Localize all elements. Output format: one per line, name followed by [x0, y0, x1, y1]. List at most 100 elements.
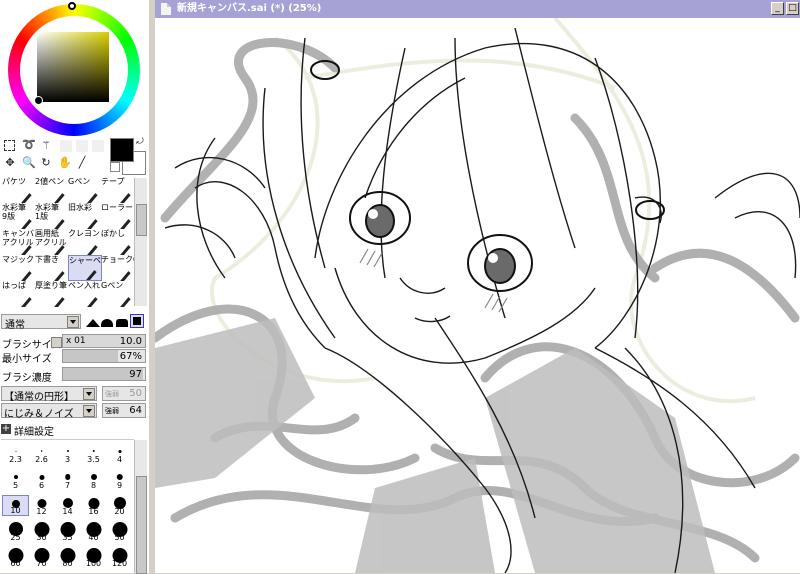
brush-shape-buttons — [84, 313, 146, 329]
brush-shape-select[interactable]: 【通常の円形】 — [1, 386, 97, 403]
transparent-color-icon[interactable] — [110, 162, 120, 172]
color-swatch-slot-2[interactable] — [76, 140, 88, 152]
size-preset[interactable]: 2.3 — [2, 443, 29, 464]
brush-tool-2-2[interactable]: クレヨン — [68, 229, 102, 255]
swap-colors-icon[interactable]: ⤾ — [134, 136, 146, 148]
size-preset[interactable]: 20 — [106, 495, 133, 516]
brush-shape-soft[interactable] — [86, 319, 100, 327]
size-preset[interactable]: 10 — [2, 495, 29, 516]
brush-tool-1-2[interactable]: 旧水彩 — [68, 203, 102, 229]
minimize-button[interactable]: _ — [771, 2, 784, 15]
brush-tool-label: 水彩筆 9版 — [2, 203, 26, 221]
color-swatch-slot-3[interactable] — [92, 140, 104, 152]
brush-tool-0-1[interactable]: 2値ペン — [35, 177, 69, 203]
size-preset[interactable]: 25 — [2, 521, 29, 542]
brush-tool-1-1[interactable]: 水彩筆 1版 — [35, 203, 69, 229]
size-preset[interactable]: 5 — [2, 469, 29, 490]
lasso-icon[interactable]: ➰ — [22, 139, 36, 151]
brush-shape-square[interactable] — [130, 314, 144, 328]
brush-tool-3-1[interactable]: 下書き — [35, 255, 69, 281]
tool-grid-scrollbar[interactable] — [134, 178, 147, 306]
size-preset[interactable]: 16 — [80, 495, 107, 516]
rotate-icon[interactable]: ↻ — [40, 157, 52, 169]
size-multiplier-button[interactable] — [51, 337, 62, 348]
blend-mode-select[interactable]: 通常 — [1, 314, 81, 331]
size-preset[interactable]: 12 — [28, 495, 55, 516]
texture-strength-field[interactable]: 強弱 64 — [102, 403, 146, 418]
brush-tool-4-2[interactable]: ペン入れ — [68, 281, 102, 307]
advanced-settings-toggle[interactable]: + 詳細設定 — [1, 423, 81, 438]
size-preset[interactable]: 30 — [28, 521, 55, 542]
brush-size-slider[interactable]: x 01 10.0 — [62, 334, 146, 348]
size-preset[interactable]: 120 — [106, 547, 133, 568]
brush-tool-0-3[interactable]: テープ — [101, 177, 135, 203]
size-preset[interactable]: 3 — [54, 443, 81, 464]
marquee-icon[interactable] — [4, 140, 15, 151]
brush-shape-medium[interactable] — [101, 319, 113, 327]
tool-grid-scroll-thumb[interactable] — [136, 204, 147, 236]
hue-marker[interactable] — [68, 2, 76, 10]
texture-dropdown-button[interactable] — [83, 405, 95, 417]
size-preset-label: 8 — [90, 481, 97, 490]
canvas-artwork[interactable] — [155, 18, 800, 573]
size-preset-label: 80 — [62, 559, 73, 568]
brush-tool-1-3[interactable]: ローラー — [101, 203, 135, 229]
brush-tool-4-1[interactable]: 厚塗り筆 — [35, 281, 69, 307]
size-preset[interactable]: 9 — [106, 469, 133, 490]
brush-tool-0-2[interactable]: Gペン — [68, 177, 102, 203]
density-slider[interactable]: 97 — [62, 367, 146, 381]
size-preset[interactable]: 50 — [106, 521, 133, 542]
brush-tool-3-3[interactable]: チョークG/W — [101, 255, 135, 281]
canvas-window: 新規キャンバス.sai (*) (25%) _ □ — [155, 0, 800, 573]
blend-mode-dropdown-button[interactable] — [67, 316, 79, 328]
size-preset[interactable]: 4 — [106, 443, 133, 464]
size-grid-scrollbar[interactable] — [134, 440, 147, 574]
size-preset[interactable]: 6 — [28, 469, 55, 490]
size-preset-label: 7 — [64, 481, 71, 490]
sv-marker[interactable] — [34, 96, 43, 105]
brush-tool-label: 厚塗り筆 — [35, 281, 67, 290]
size-preset[interactable]: 7 — [54, 469, 81, 490]
brush-tool-2-1[interactable]: 画用紙 アクリル — [35, 229, 69, 255]
size-preset[interactable]: 80 — [54, 547, 81, 568]
size-preset[interactable]: 60 — [2, 547, 29, 568]
saturation-value-square[interactable] — [37, 32, 109, 102]
maximize-button[interactable]: □ — [786, 2, 799, 15]
size-preset[interactable]: 2.6 — [28, 443, 55, 464]
brush-tool-icon — [20, 219, 32, 229]
shape-strength-field[interactable]: 強弱 50 — [102, 386, 146, 401]
brush-tool-4-3[interactable]: Gペン — [101, 281, 135, 307]
texture-select[interactable]: にじみ＆ノイズ — [1, 403, 97, 420]
brush-tool-4-0[interactable]: はっぱ — [2, 281, 36, 307]
zoom-icon[interactable]: 🔍 — [22, 157, 36, 169]
size-preset[interactable]: 8 — [80, 469, 107, 490]
eyedropper-icon[interactable]: ╱ — [76, 157, 88, 169]
brush-tool-0-0[interactable]: パケツ — [2, 177, 36, 203]
hand-icon[interactable]: ✋ — [58, 157, 72, 169]
canvas-area[interactable] — [155, 18, 800, 573]
brush-tool-icon — [86, 193, 98, 203]
brush-tool-2-3[interactable]: ぼかし — [101, 229, 135, 255]
move-icon[interactable]: ✥ — [4, 157, 16, 169]
size-preset-dot — [90, 474, 97, 480]
min-size-slider[interactable]: 67% — [62, 349, 146, 363]
size-preset-label: 35 — [62, 533, 73, 542]
size-preset[interactable]: 100 — [80, 547, 107, 568]
primary-color-swatch[interactable] — [110, 138, 134, 162]
color-swatch-slot-1[interactable] — [60, 140, 72, 152]
brush-tool-3-0[interactable]: マジック — [2, 255, 36, 281]
brush-tool-2-0[interactable]: キャンバス アクリル — [2, 229, 36, 255]
brush-shape-hard[interactable] — [116, 319, 128, 327]
size-preset[interactable]: 14 — [54, 495, 81, 516]
brush-tool-3-2[interactable]: シャーペン — [68, 255, 102, 281]
brush-tool-1-0[interactable]: 水彩筆 9版 — [2, 203, 36, 229]
size-grid-scroll-thumb[interactable] — [136, 476, 147, 574]
size-preset[interactable]: 70 — [28, 547, 55, 568]
brush-shape-dropdown-button[interactable] — [83, 388, 95, 400]
canvas-titlebar[interactable]: 新規キャンバス.sai (*) (25%) _ □ — [155, 0, 800, 18]
size-preset[interactable]: 40 — [80, 521, 107, 542]
size-preset[interactable]: 3.5 — [80, 443, 107, 464]
size-preset[interactable]: 35 — [54, 521, 81, 542]
brush-tool-label: マジック — [2, 255, 34, 264]
magic-wand-icon[interactable]: ⚚ — [40, 140, 52, 152]
